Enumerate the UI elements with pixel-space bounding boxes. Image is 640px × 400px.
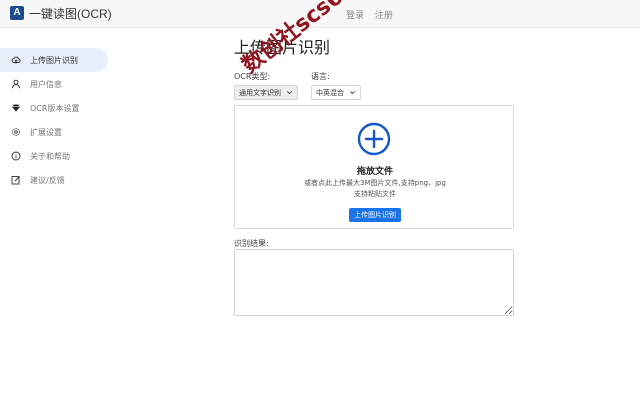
drop-hint: 或者点此上传最大3M图片文件,支持png、jpg xyxy=(304,179,446,187)
sidebar: 上传图片识别 用户信息 OCR版本设置 扩展设置 关于和帮助 建议/反馈 xyxy=(0,48,108,192)
sidebar-item-label: 扩展设置 xyxy=(30,127,62,137)
file-dropzone[interactable]: 拖放文件 或者点此上传最大3M图片文件,支持png、jpg 支持粘贴文件 上传图… xyxy=(234,105,514,229)
user-icon xyxy=(11,79,21,89)
gear-icon xyxy=(11,127,21,137)
main-panel: 上传图片识别 OCR类型: 语言: 通用文字识别 中英混合 拖放文件 或者点此上… xyxy=(234,34,514,316)
sidebar-item-ocr-version[interactable]: OCR版本设置 xyxy=(0,96,108,120)
sidebar-item-label: 上传图片识别 xyxy=(30,55,78,65)
app-title: 一键读图(OCR) xyxy=(29,7,112,21)
paste-hint: 支持粘贴文件 xyxy=(354,190,396,198)
language-label: 语言: xyxy=(311,72,330,81)
chevron-down-icon xyxy=(287,91,292,95)
drop-title: 拖放文件 xyxy=(356,167,393,177)
top-bar: A 一键读图(OCR) 登录 注册 xyxy=(0,0,640,28)
cloud-upload-icon xyxy=(11,55,21,65)
sidebar-item-about-help[interactable]: 关于和帮助 xyxy=(0,144,108,168)
info-icon xyxy=(11,151,21,161)
sidebar-item-label: 用户信息 xyxy=(30,79,62,89)
login-link[interactable]: 登录 xyxy=(346,11,364,21)
sidebar-item-feedback[interactable]: 建议/反馈 xyxy=(0,168,108,192)
upload-button[interactable]: 上传图片识别 xyxy=(349,208,401,222)
language-select[interactable]: 中英混合 xyxy=(311,85,361,100)
register-link[interactable]: 注册 xyxy=(375,11,393,21)
edit-icon xyxy=(11,175,21,185)
chevron-down-icon xyxy=(350,91,355,95)
diamond-icon xyxy=(11,103,21,113)
app-logo: A xyxy=(10,6,24,20)
sidebar-item-label: 建议/反馈 xyxy=(30,175,65,185)
result-label: 识别结果: xyxy=(234,239,269,248)
language-value: 中英混合 xyxy=(316,88,344,97)
sidebar-item-upload[interactable]: 上传图片识别 xyxy=(0,48,108,72)
auth-links: 登录 注册 xyxy=(346,8,401,21)
sidebar-item-label: OCR版本设置 xyxy=(30,103,80,113)
sidebar-item-user-info[interactable]: 用户信息 xyxy=(0,72,108,96)
ocr-type-label: OCR类型: xyxy=(234,72,271,81)
page-title: 上传图片识别 xyxy=(234,40,331,57)
add-file-icon[interactable] xyxy=(357,122,391,156)
result-textarea[interactable] xyxy=(234,249,514,316)
sidebar-item-extension-settings[interactable]: 扩展设置 xyxy=(0,120,108,144)
ocr-type-value: 通用文字识别 xyxy=(239,88,281,97)
sidebar-item-label: 关于和帮助 xyxy=(30,151,70,161)
ocr-type-select[interactable]: 通用文字识别 xyxy=(234,85,298,100)
